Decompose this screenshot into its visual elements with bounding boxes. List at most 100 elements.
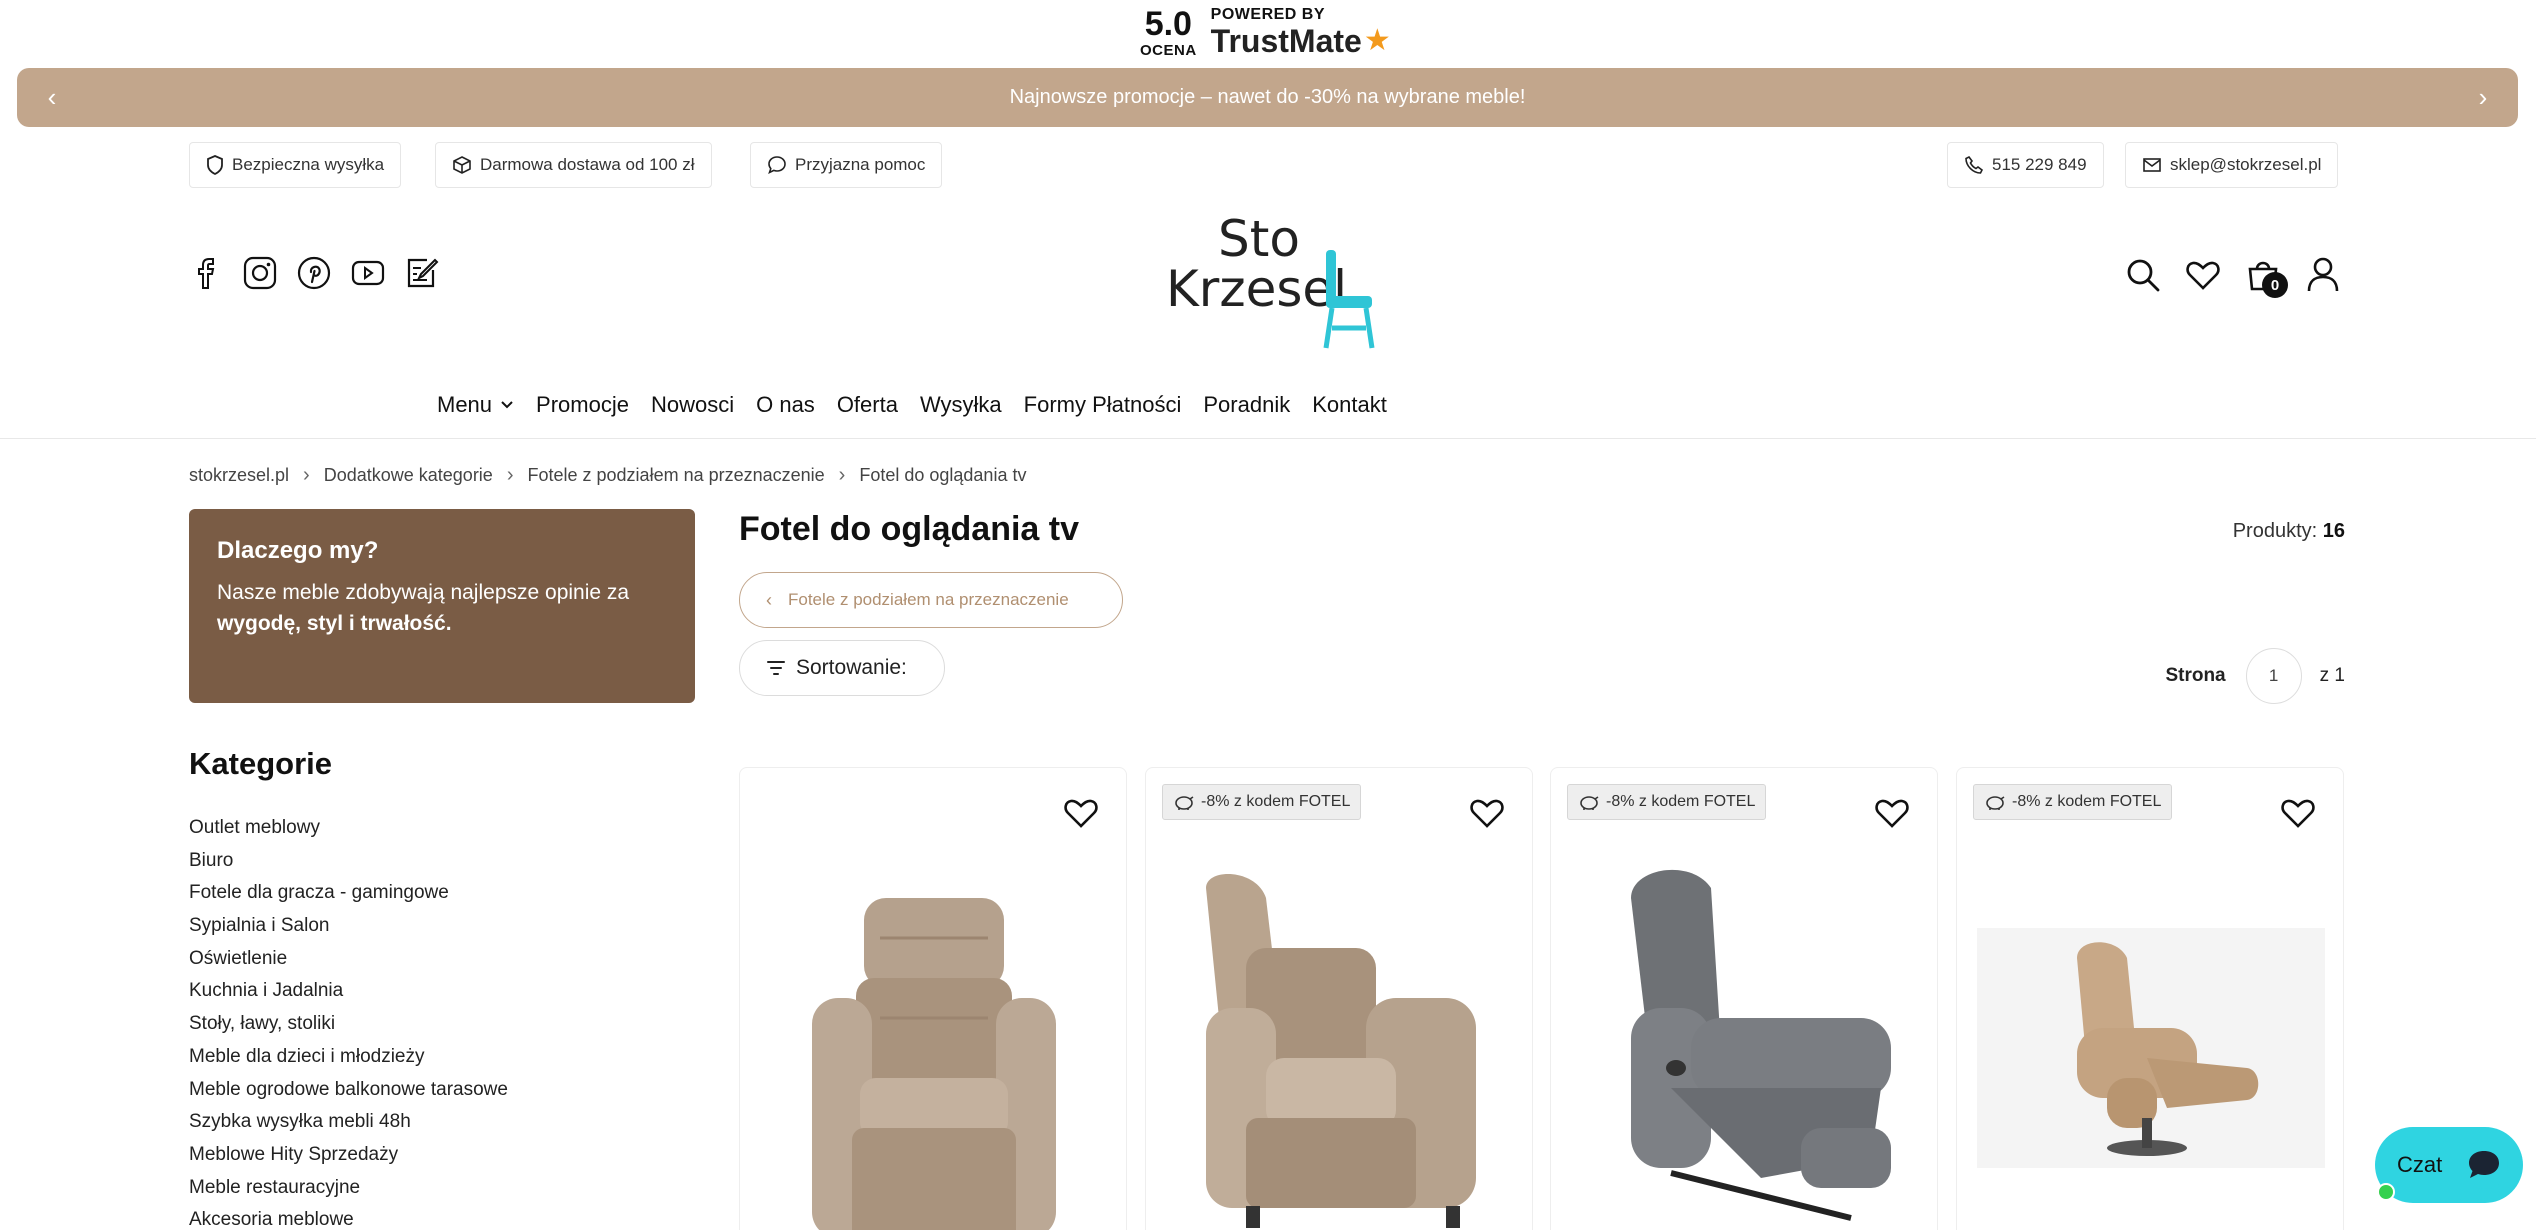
sort-button[interactable]: Sortowanie:: [739, 640, 945, 696]
category-item[interactable]: Sypialnia i Salon: [189, 912, 508, 945]
category-item[interactable]: Outlet meblowy: [189, 814, 508, 847]
category-item[interactable]: Akcesoria meblowe: [189, 1206, 508, 1230]
piggy-bank-icon: [1173, 793, 1195, 811]
nav-divider: [0, 438, 2536, 439]
product-card[interactable]: -8% z kodem FOTEL: [1550, 767, 1938, 1230]
nav-item-wysylka[interactable]: Wysyłka: [920, 392, 1002, 418]
why-us-text-bold: wygodę, styl i trwałość.: [217, 612, 452, 635]
chip-secure-shipping[interactable]: Bezpieczna wysyłka: [189, 142, 402, 188]
box-icon: [452, 155, 472, 175]
product-image[interactable]: [1571, 828, 1917, 1230]
product-card[interactable]: -8% z kodem FOTEL: [1145, 767, 1533, 1230]
trust-brand-text: TrustMate: [1210, 23, 1362, 59]
product-card[interactable]: [739, 767, 1127, 1230]
breadcrumb-item[interactable]: stokrzesel.pl: [189, 465, 289, 486]
discount-badge-text: -8% z kodem FOTEL: [1201, 793, 1351, 810]
nav-item-oferta[interactable]: Oferta: [837, 392, 898, 418]
breadcrumb-current: Fotel do oglądania tv: [859, 465, 1027, 485]
chat-bubble-icon: [767, 155, 787, 175]
category-item[interactable]: Meble restauracyjne: [189, 1174, 508, 1207]
category-item[interactable]: Meblowe Hity Sprzedaży: [189, 1141, 508, 1174]
nav-item-o-nas[interactable]: O nas: [756, 392, 815, 418]
chat-widget-button[interactable]: Czat: [2375, 1127, 2523, 1203]
nav-item-promocje[interactable]: Promocje: [536, 392, 629, 418]
chip-phone[interactable]: 515 229 849: [1947, 142, 2104, 188]
header-actions: 0: [2124, 256, 2342, 298]
category-item[interactable]: Meble dla dzieci i młodzieży: [189, 1043, 508, 1076]
nav-item-nowosci[interactable]: Nowosci: [651, 392, 734, 418]
chevron-down-icon: [501, 401, 513, 409]
why-us-text: Nasze meble zdobywają najlepsze opinie z…: [217, 577, 667, 639]
pagination: Strona 1 z 1: [2165, 648, 2345, 704]
blog-icon[interactable]: [405, 254, 439, 292]
site-logo[interactable]: Sto Krzesel: [1160, 210, 1380, 350]
category-item[interactable]: Biuro: [189, 847, 508, 880]
discount-badge: -8% z kodem FOTEL: [1973, 784, 2173, 820]
parent-category-label: Fotele z podziałem na przeznaczenie: [788, 590, 1069, 609]
chat-label: Czat: [2397, 1152, 2443, 1177]
products-count-label: Produkty:: [2232, 520, 2318, 542]
chip-friendly-help[interactable]: Przyjazna pomoc: [750, 142, 943, 188]
search-icon[interactable]: [2124, 256, 2162, 294]
nav-item-label: Menu: [437, 392, 493, 417]
promo-prev-icon[interactable]: ‹: [37, 82, 67, 113]
promo-text[interactable]: Najnowsze promocje – nawet do -30% na wy…: [1010, 86, 1526, 109]
instagram-icon[interactable]: [243, 254, 277, 292]
sort-filter-icon: [766, 660, 786, 676]
page-input[interactable]: 1: [2245, 648, 2302, 704]
chevron-right-icon: ›: [506, 464, 514, 486]
trust-brand-name: TrustMate ★: [1211, 24, 1391, 58]
chip-email[interactable]: sklep@stokrzesel.pl: [2125, 142, 2339, 188]
chip-free-delivery[interactable]: Darmowa dostawa od 100 zł: [435, 142, 712, 188]
youtube-icon[interactable]: [351, 254, 385, 292]
account-user-icon[interactable]: [2304, 256, 2342, 294]
why-us-title: Dlaczego my?: [217, 537, 379, 564]
chat-bubble-icon: [2459, 1141, 2509, 1195]
cart-icon[interactable]: 0: [2244, 256, 2288, 298]
promo-bar: ‹ Najnowsze promocje – nawet do -30% na …: [17, 68, 2518, 127]
parent-category-button[interactable]: ‹ Fotele z podziałem na przeznaczenie: [739, 572, 1123, 628]
trustmate-widget[interactable]: 5.0 OCENA POWERED BY TrustMate ★: [1140, 0, 1391, 64]
nav-item-formy-platnosci[interactable]: Formy Płatności: [1024, 392, 1182, 418]
category-item[interactable]: Stoły, ławy, stoliki: [189, 1010, 508, 1043]
discount-badge: -8% z kodem FOTEL: [1162, 784, 1362, 820]
why-us-box: Dlaczego my? Nasze meble zdobywają najle…: [189, 509, 695, 703]
pinterest-icon[interactable]: [297, 254, 331, 292]
product-image[interactable]: [1977, 828, 2325, 1230]
trust-score-value: 5.0: [1144, 4, 1192, 43]
cart-count-badge: 0: [2262, 272, 2288, 298]
nav-item-kontakt[interactable]: Kontakt: [1312, 392, 1387, 418]
product-card[interactable]: -8% z kodem FOTEL: [1956, 767, 2344, 1230]
chevron-right-icon: ›: [838, 464, 846, 486]
wishlist-heart-icon[interactable]: [2281, 798, 2315, 830]
category-item[interactable]: Fotele dla gracza - gamingowe: [189, 879, 508, 912]
product-image[interactable]: [1166, 828, 1512, 1230]
facebook-icon[interactable]: [189, 254, 223, 292]
chip-label: Bezpieczna wysyłka: [232, 155, 385, 174]
nav-item-poradnik[interactable]: Poradnik: [1203, 392, 1290, 418]
wishlist-heart-icon[interactable]: [1470, 798, 1504, 830]
wishlist-heart-icon[interactable]: [1875, 798, 1909, 830]
piggy-bank-icon: [1984, 793, 2006, 811]
chair-logo-icon: [1323, 250, 1375, 349]
categories-title: Kategorie: [189, 746, 332, 781]
promo-next-icon[interactable]: ›: [2468, 82, 2498, 113]
products-count-value: 16: [2322, 520, 2345, 542]
nav-item-menu[interactable]: Menu: [437, 392, 514, 418]
category-item[interactable]: Kuchnia i Jadalnia: [189, 977, 508, 1010]
category-item[interactable]: Meble ogrodowe balkonowe tarasowe: [189, 1076, 508, 1109]
category-item[interactable]: Szybka wysyłka mebli 48h: [189, 1108, 508, 1141]
chip-label: sklep@stokrzesel.pl: [2170, 155, 2322, 174]
wishlist-heart-icon[interactable]: [1064, 798, 1098, 830]
breadcrumb: stokrzesel.pl › Dodatkowe kategorie › Fo…: [189, 464, 1026, 487]
trustmate-star-icon: ★: [1363, 24, 1391, 57]
discount-badge: -8% z kodem FOTEL: [1567, 784, 1767, 820]
sort-label: Sortowanie:: [796, 656, 907, 679]
product-image[interactable]: [760, 828, 1106, 1230]
category-item[interactable]: Oświetlenie: [189, 945, 508, 978]
chip-label: 515 229 849: [1992, 155, 2087, 174]
breadcrumb-item[interactable]: Fotele z podziałem na przeznaczenie: [528, 465, 825, 486]
wishlist-heart-icon[interactable]: [2184, 256, 2222, 294]
breadcrumb-item[interactable]: Dodatkowe kategorie: [324, 465, 493, 486]
trust-brand: POWERED BY TrustMate ★: [1211, 6, 1391, 58]
